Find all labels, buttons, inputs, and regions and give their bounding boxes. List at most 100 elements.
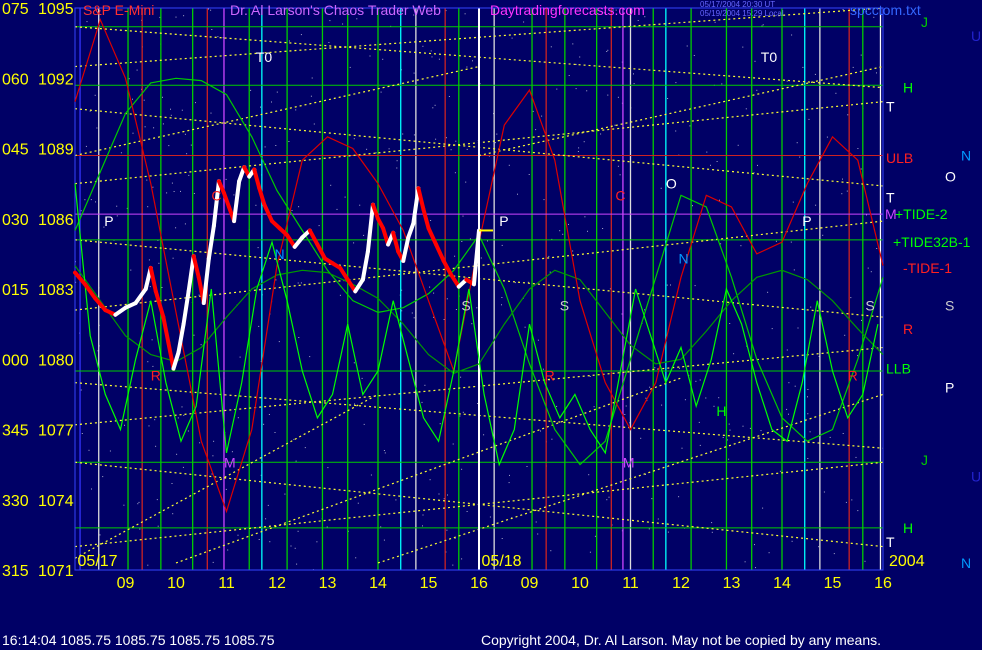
star-dot: [264, 146, 266, 148]
star-dot: [173, 191, 175, 192]
star-dot: [84, 199, 86, 201]
copyright-notice: Copyright 2004, Dr. Al Larson. May not b…: [481, 632, 882, 648]
timestamp-local: 05/19/2004 15:29 Local: [700, 9, 784, 18]
y-tick-price: 1071: [38, 563, 74, 580]
star-dot: [147, 206, 149, 208]
star-dot: [523, 21, 525, 23]
star-dot: [181, 109, 183, 111]
right-label: J: [921, 14, 928, 30]
star-dot: [678, 367, 680, 369]
star-dot: [575, 88, 577, 90]
in-chart-label: H: [716, 403, 726, 419]
star-dot: [835, 92, 837, 94]
star-dot: [353, 242, 355, 244]
star-dot: [749, 427, 751, 429]
x-tick-label: 16: [470, 575, 488, 592]
star-dot: [454, 255, 456, 257]
instrument-title: S&P E-Mini: [83, 2, 155, 18]
star-dot: [462, 411, 464, 413]
star-dot: [550, 46, 552, 48]
star-dot: [661, 404, 663, 406]
star-dot: [265, 518, 267, 520]
star-dot: [645, 397, 647, 399]
star-dot: [472, 60, 473, 62]
star-dot: [689, 125, 691, 127]
star-dot: [496, 133, 498, 135]
star-dot: [250, 89, 252, 91]
star-dot: [300, 34, 302, 36]
star-dot: [466, 66, 468, 68]
star-dot: [489, 516, 491, 518]
y-tick-degree: 060: [2, 71, 29, 88]
star-dot: [80, 389, 82, 391]
star-dot: [183, 414, 185, 416]
star-dot: [614, 124, 616, 126]
star-dot: [728, 458, 730, 460]
in-chart-label: N: [274, 246, 284, 262]
star-dot: [311, 77, 313, 79]
right-label: H: [903, 520, 913, 536]
star-dot: [718, 397, 720, 399]
star-dot: [860, 168, 862, 170]
star-dot: [239, 356, 241, 358]
site-url[interactable]: Daytradingforecasts.com: [490, 2, 645, 18]
in-chart-label: S: [461, 297, 470, 313]
star-dot: [171, 483, 173, 484]
star-dot: [559, 230, 561, 232]
star-dot: [786, 80, 788, 82]
last-quote: 16:14:04 1085.75 1085.75 1085.75 1085.75: [2, 632, 275, 648]
star-dot: [802, 66, 804, 68]
star-dot: [402, 133, 404, 135]
star-dot: [842, 178, 843, 180]
star-dot: [508, 482, 510, 484]
y-tick-degree: 075: [2, 1, 29, 18]
star-dot: [156, 499, 158, 501]
star-dot: [148, 425, 150, 427]
star-dot: [640, 437, 642, 439]
star-dot: [446, 298, 448, 300]
star-dot: [810, 306, 812, 308]
star-dot: [180, 190, 181, 192]
right-label: H: [903, 80, 913, 96]
in-chart-label: M: [224, 454, 236, 470]
in-chart-label: C: [211, 187, 221, 203]
star-dot: [579, 56, 581, 58]
star-dot: [815, 204, 817, 206]
star-dot: [278, 341, 280, 343]
star-dot: [99, 534, 101, 536]
star-dot: [517, 193, 518, 195]
star-dot: [443, 319, 445, 320]
star-dot: [430, 50, 432, 52]
star-dot: [861, 319, 862, 321]
star-dot: [608, 496, 610, 498]
star-dot: [855, 456, 857, 458]
star-dot: [617, 165, 619, 167]
star-dot: [370, 474, 372, 476]
star-dot: [607, 94, 609, 96]
star-dot: [161, 287, 163, 288]
star-dot: [464, 13, 466, 15]
star-dot: [359, 204, 361, 206]
star-dot: [396, 160, 398, 162]
star-dot: [155, 445, 157, 447]
y-tick-price: 1080: [38, 352, 74, 369]
star-dot: [199, 442, 201, 444]
star-dot: [132, 132, 134, 134]
star-dot: [366, 148, 368, 150]
star-dot: [548, 255, 550, 257]
x-tick-label: 11: [622, 575, 639, 592]
star-dot: [549, 271, 551, 273]
in-chart-label: R: [151, 368, 161, 384]
star-dot: [508, 164, 510, 166]
star-dot: [212, 561, 214, 563]
in-chart-label: T0: [761, 49, 778, 65]
star-dot: [210, 112, 212, 114]
star-dot: [476, 307, 478, 309]
star-dot: [336, 208, 338, 210]
star-dot: [94, 94, 96, 96]
star-dot: [213, 440, 215, 442]
star-dot: [684, 399, 686, 401]
star-dot: [268, 414, 270, 415]
star-dot: [675, 82, 677, 84]
star-dot: [556, 88, 558, 90]
